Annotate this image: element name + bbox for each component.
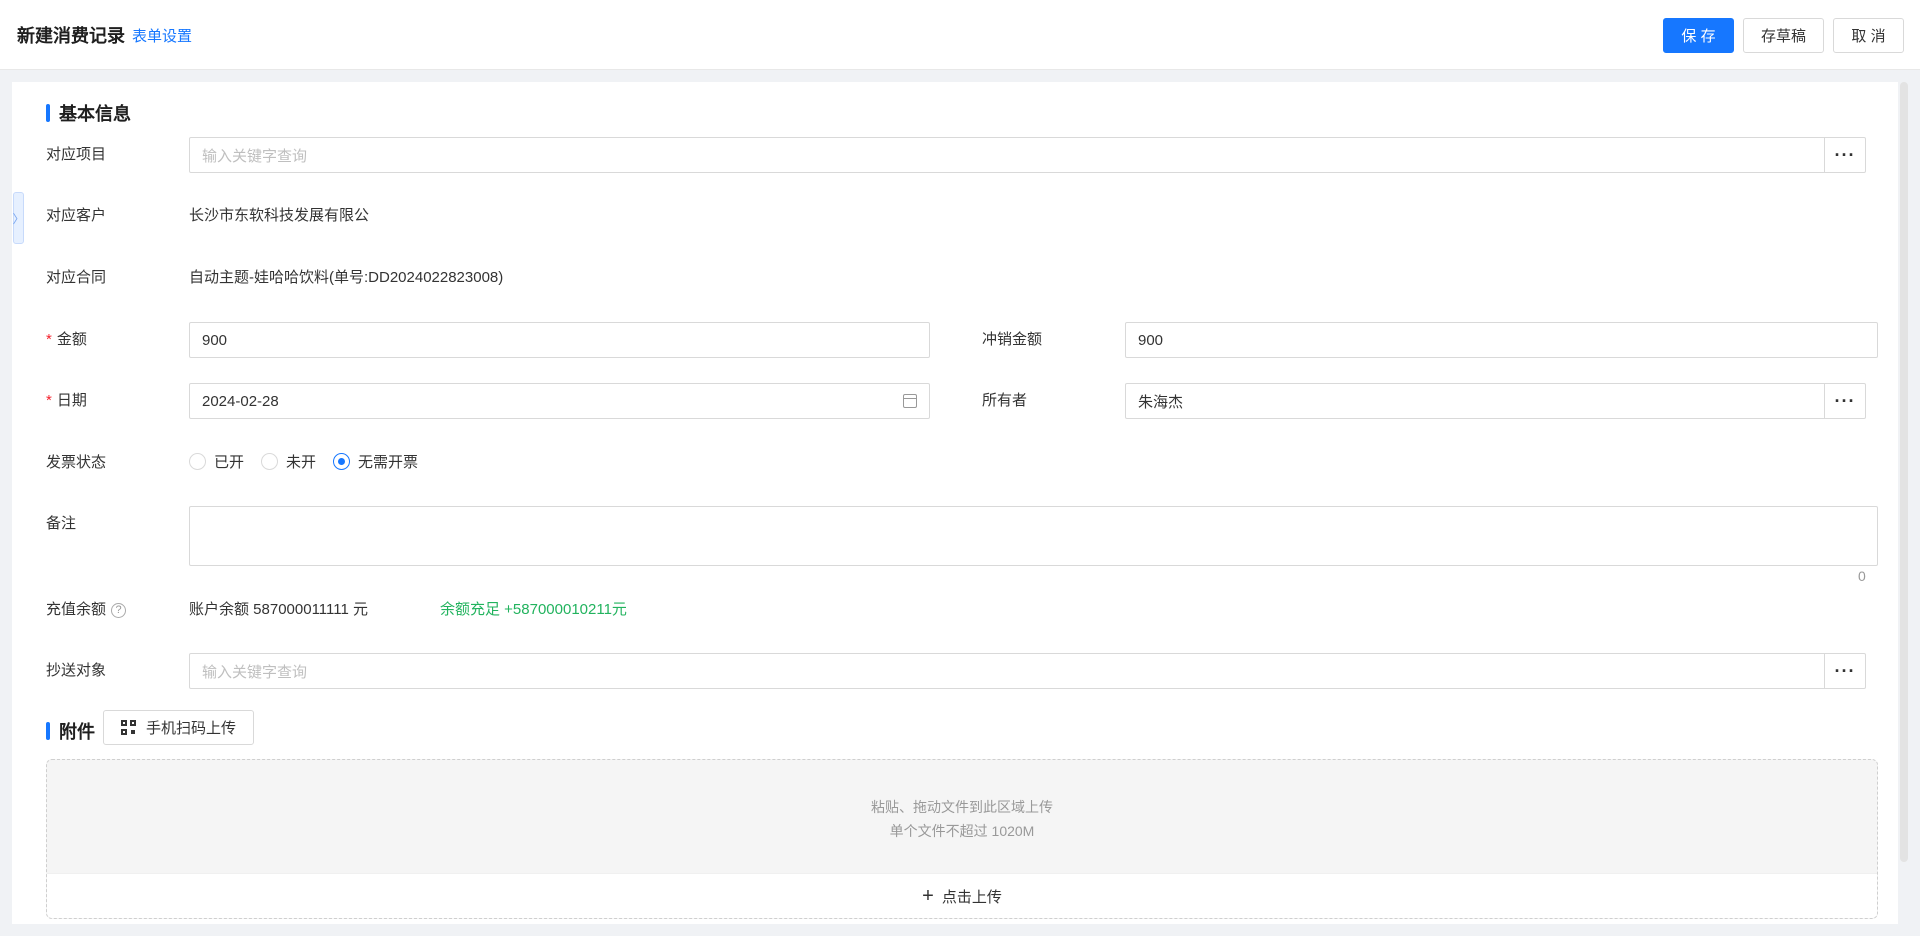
account-balance: 账户余额 587000011111 元 [189,601,368,618]
ellipsis-icon: ··· [1834,390,1856,411]
sidebar-collapse-handle[interactable]: 〉 [12,192,25,244]
plus-icon: + [922,885,934,907]
upload-hint-size-limit: 单个文件不超过 1020M [889,823,1035,839]
remark-char-counter: 0 [1858,568,1866,584]
owner-label: 所有者 [982,392,1028,409]
recharge-balance-label: 充值余额? [46,600,127,620]
amount-label: * 金额 [46,331,87,348]
required-mark: * [46,331,52,348]
amount-input[interactable]: 900 [189,322,930,358]
customer-value: 长沙市东软科技发展有限公 [189,207,370,224]
invoice-radio-not-issued[interactable]: 未开 [261,451,316,472]
project-more-button[interactable]: ··· [1824,137,1866,173]
radio-circle[interactable] [261,453,279,470]
ellipsis-icon: ··· [1834,144,1856,165]
invoice-radio-not-required[interactable]: 无需开票 [333,451,418,472]
project-label: 对应项目 [46,146,107,163]
radio-circle-checked[interactable] [333,453,351,470]
customer-label: 对应客户 [46,207,107,224]
invoice-status-radio-group: 已开 未开 无需开票 [189,451,435,472]
chevron-right-icon: 〉 [12,211,25,226]
save-draft-button[interactable]: 存草稿 [1743,18,1824,53]
section-attachment: 附件 [46,718,95,744]
form-card: 基本信息 对应项目 输入关键字查询 ··· 对应客户 长沙市东软科技发展有限公 … [12,82,1898,924]
calendar-icon [903,394,917,408]
cancel-button[interactable]: 取 消 [1833,18,1904,53]
writeoff-label: 冲销金额 [982,331,1043,348]
cc-more-button[interactable]: ··· [1824,653,1866,689]
project-input[interactable]: 输入关键字查询 [189,137,1836,173]
form-settings-link[interactable]: 表单设置 [132,25,192,46]
contract-label: 对应合同 [46,269,107,286]
ellipsis-icon: ··· [1834,660,1856,681]
page-title: 新建消费记录 [17,26,125,46]
date-picker[interactable]: 2024-02-28 [189,383,930,419]
contract-value: 自动主题-娃哈哈饮料(单号:DD2024022823008) [189,269,504,286]
scrollbar[interactable] [1900,82,1908,862]
section-bar [46,104,50,122]
remark-label: 备注 [46,515,77,532]
owner-more-button[interactable]: ··· [1824,383,1866,419]
upload-hint-primary: 粘贴、拖动文件到此区域上传 [871,799,1053,815]
section-basic-info: 基本信息 [46,100,131,126]
page-header: 新建消费记录 表单设置 保 存 存草稿 取 消 [0,0,1920,70]
upload-drop-zone[interactable]: 粘贴、拖动文件到此区域上传 单个文件不超过 1020M + 点击上传 [46,759,1878,919]
save-button[interactable]: 保 存 [1663,18,1734,53]
radio-circle[interactable] [189,453,206,470]
date-label: * 日期 [46,392,87,409]
invoice-radio-issued[interactable]: 已开 [189,451,244,472]
qrcode-icon [121,720,136,735]
section-bar [46,722,50,740]
question-circle-icon[interactable]: ? [111,603,127,618]
required-mark: * [46,392,52,409]
cc-label: 抄送对象 [46,662,107,679]
owner-input[interactable]: 朱海杰 [1125,383,1836,419]
scan-upload-button[interactable]: 手机扫码上传 [103,710,255,745]
cc-input[interactable]: 输入关键字查询 [189,653,1836,689]
balance-status: 余额充足 +587000010211元 [440,601,627,618]
remark-textarea[interactable] [189,506,1878,566]
click-upload-button[interactable]: + 点击上传 [47,873,1877,918]
invoice-status-label: 发票状态 [46,454,107,471]
writeoff-input[interactable]: 900 [1125,322,1878,358]
